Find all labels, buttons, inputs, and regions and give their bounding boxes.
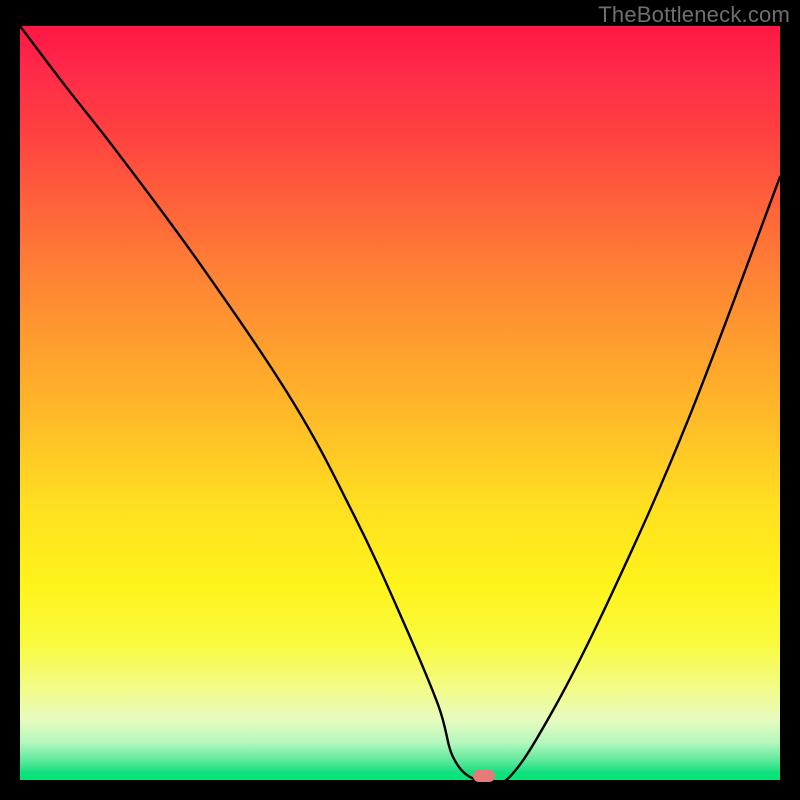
chart-frame: TheBottleneck.com: [0, 0, 800, 800]
trough-marker: [473, 770, 495, 782]
watermark-text: TheBottleneck.com: [598, 2, 790, 28]
curve-path: [20, 26, 780, 780]
bottleneck-curve: [20, 26, 780, 780]
plot-area: [20, 26, 780, 780]
